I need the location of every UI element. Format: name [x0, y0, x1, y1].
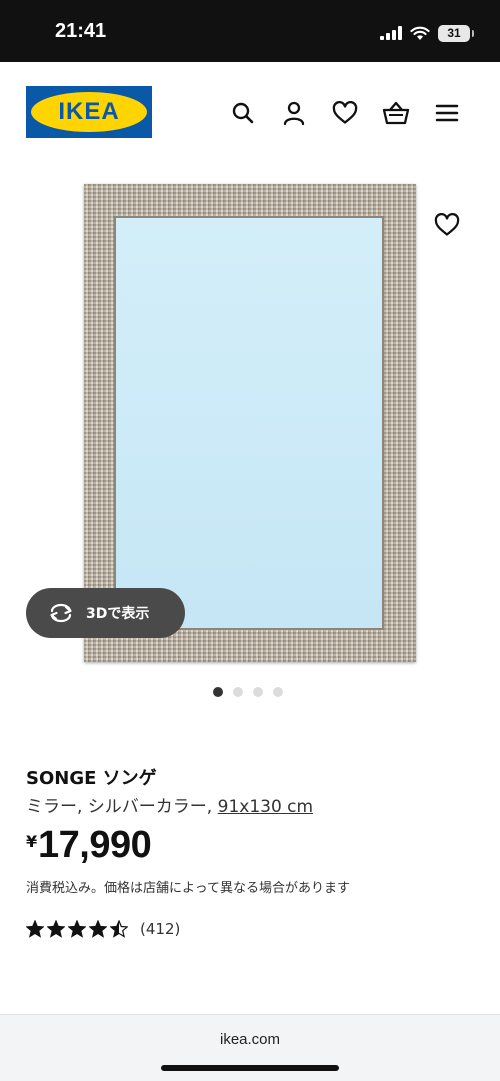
product-gallery[interactable]: 3Dで表示 — [0, 162, 500, 722]
rating-stars — [26, 920, 128, 938]
star-icon — [89, 920, 107, 938]
carousel-dot-1[interactable] — [213, 687, 223, 697]
carousel-dots — [213, 687, 283, 697]
account-icon[interactable] — [279, 98, 309, 128]
logo-text: IKEA — [58, 98, 120, 125]
menu-icon[interactable] — [432, 98, 462, 128]
product-size-link[interactable]: 91x130 cm — [218, 797, 313, 817]
star-icon — [47, 920, 65, 938]
star-icon — [68, 920, 86, 938]
signal-icon — [380, 26, 402, 40]
home-indicator — [161, 1065, 339, 1071]
product-name: SONGE ソンゲ — [26, 768, 157, 789]
view-3d-label: 3Dで表示 — [86, 606, 150, 622]
browser-bar: ikea.com — [0, 1014, 500, 1081]
carousel-dot-4[interactable] — [273, 687, 283, 697]
mirror-glass — [114, 216, 384, 630]
star-icon — [26, 920, 44, 938]
tax-note: 消費税込み。価格は店舗によって異なる場合があります — [26, 881, 350, 896]
heart-icon[interactable] — [330, 98, 360, 128]
wifi-icon — [410, 26, 430, 40]
logo-oval: IKEA — [31, 92, 147, 132]
product-description: ミラー, シルバーカラー, 91x130 cm — [26, 792, 313, 817]
search-icon[interactable] — [228, 98, 258, 128]
price-currency: ¥ — [26, 832, 38, 851]
product-rating[interactable]: (412) — [26, 918, 180, 940]
url-display[interactable]: ikea.com — [0, 1031, 500, 1048]
rotate-3d-icon — [48, 602, 76, 624]
wishlist-heart-icon[interactable] — [432, 210, 462, 240]
status-icons: 31 — [380, 22, 474, 44]
product-type: ミラー, シルバーカラー, — [26, 797, 218, 817]
carousel-dot-3[interactable] — [253, 687, 263, 697]
price-value: 17,990 — [38, 824, 152, 866]
site-header: IKEA — [0, 62, 500, 162]
star-icon — [110, 920, 128, 938]
carousel-dot-2[interactable] — [233, 687, 243, 697]
status-bar: 21:41 31 — [0, 0, 500, 62]
battery-level: 31 — [447, 26, 461, 40]
battery-icon: 31 — [438, 24, 474, 42]
review-count: (412) — [140, 920, 181, 938]
ikea-logo[interactable]: IKEA — [26, 86, 152, 138]
status-time: 21:41 — [55, 20, 107, 42]
cart-icon[interactable] — [381, 98, 411, 128]
view-3d-button[interactable]: 3Dで表示 — [26, 588, 185, 638]
